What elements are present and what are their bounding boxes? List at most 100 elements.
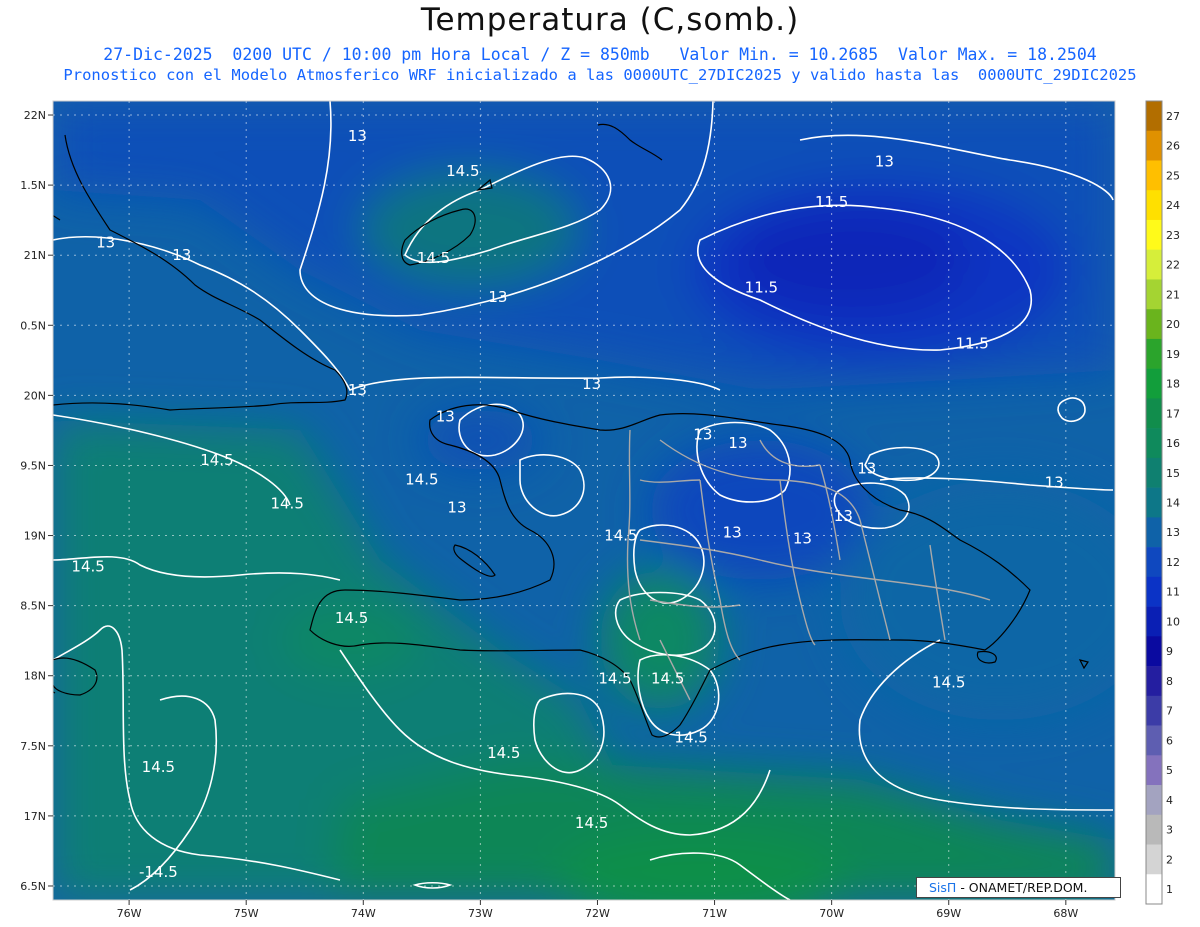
- colorbar-swatch: [1146, 874, 1162, 905]
- colorbar-swatch: [1146, 428, 1162, 459]
- sispi-logo-text: SisΠ: [929, 880, 957, 895]
- colorbar-label: 18: [1166, 378, 1180, 391]
- colorbar-swatch: [1146, 785, 1162, 816]
- colorbar-swatch: [1146, 576, 1162, 607]
- colorbar-label: 21: [1166, 288, 1180, 301]
- lon-label: 76W: [117, 907, 142, 920]
- colorbar-swatch: [1146, 457, 1162, 488]
- lon-label: 70W: [819, 907, 844, 920]
- lat-label: 9.5N: [20, 459, 46, 472]
- contour-label: 13: [728, 434, 747, 452]
- contour-label: 14.5: [335, 609, 368, 627]
- colorbar: 2726252423222120191817161514131211109876…: [1145, 100, 1180, 905]
- colorbar-label: 15: [1166, 467, 1180, 480]
- colorbar-label: 7: [1166, 705, 1173, 718]
- colorbar-swatch: [1146, 101, 1162, 132]
- contour-label: 14.5: [651, 670, 684, 688]
- lat-label: 18N: [24, 670, 46, 683]
- contour-label: 14.5: [405, 470, 438, 488]
- contour-label: 13: [488, 288, 507, 306]
- contour-label: 14.5: [142, 758, 175, 776]
- contour-label: 14.5: [487, 744, 520, 762]
- colorbar-swatch: [1146, 309, 1162, 340]
- lon-label: 69W: [936, 907, 961, 920]
- colorbar-label: 24: [1166, 199, 1180, 212]
- colorbar-swatch: [1146, 636, 1162, 667]
- contour-label: 14.5: [604, 527, 637, 545]
- colorbar-swatch: [1146, 666, 1162, 697]
- contour-label: 14.5: [71, 557, 104, 575]
- contour-label: 11.5: [815, 193, 848, 211]
- contour-label: 14.5: [446, 162, 479, 180]
- lon-label: 71W: [702, 907, 727, 920]
- colorbar-swatch: [1146, 517, 1162, 548]
- contour-label: 13: [436, 407, 455, 425]
- colorbar-swatch: [1146, 606, 1162, 637]
- contour-label: 13: [447, 499, 466, 517]
- colorbar-swatch: [1146, 279, 1162, 310]
- lon-label: 72W: [585, 907, 610, 920]
- colorbar-label: 8: [1166, 675, 1173, 688]
- contour-label: 13: [582, 375, 601, 393]
- colorbar-label: 16: [1166, 437, 1180, 450]
- contour-label: -14.5: [139, 863, 178, 881]
- lat-label: 22N: [24, 109, 46, 122]
- contour-label: 13: [834, 507, 853, 525]
- colorbar-swatch: [1146, 190, 1162, 221]
- colorbar-label: 5: [1166, 764, 1173, 777]
- colorbar-swatch: [1146, 398, 1162, 429]
- colorbar-label: 27: [1166, 110, 1180, 123]
- colorbar-label: 9: [1166, 645, 1173, 658]
- lat-label: 20N: [24, 389, 46, 402]
- lat-label: 8.5N: [20, 600, 46, 613]
- contour-label: 13: [693, 426, 712, 444]
- colorbar-label: 22: [1166, 259, 1180, 272]
- contour-label: 14.5: [598, 670, 631, 688]
- contour-label: 13: [1045, 473, 1064, 491]
- contour-label: 11.5: [745, 278, 778, 296]
- contour-label: 13: [172, 246, 191, 264]
- contour-label: 13: [793, 529, 812, 547]
- colorbar-label: 11: [1166, 586, 1180, 599]
- contour-label: 14.5: [575, 814, 608, 832]
- lat-label: 19N: [24, 530, 46, 543]
- lat-label: 1.5N: [20, 179, 46, 192]
- contour-label: 14.5: [270, 494, 303, 512]
- contour-label: 13: [348, 381, 367, 399]
- contour-label: 11.5: [955, 335, 988, 353]
- colorbar-label: 1: [1166, 883, 1173, 896]
- credit-box: SisΠ - ONAMET/REP.DOM.: [916, 877, 1121, 898]
- colorbar-label: 6: [1166, 734, 1173, 747]
- contour-label: 14.5: [417, 249, 450, 267]
- colorbar-swatch: [1146, 814, 1162, 845]
- colorbar-swatch: [1146, 249, 1162, 280]
- lat-label: 6.5N: [20, 880, 46, 893]
- colorbar-swatch: [1146, 725, 1162, 756]
- contour-label: 14.5: [200, 451, 233, 469]
- lon-label: 73W: [468, 907, 493, 920]
- contour-label: 13: [857, 459, 876, 477]
- colorbar-swatch: [1146, 755, 1162, 786]
- colorbar-swatch: [1146, 219, 1162, 251]
- lat-label: 21N: [24, 249, 46, 262]
- contour-label: 14.5: [932, 674, 965, 692]
- colorbar-label: 19: [1166, 348, 1180, 361]
- colorbar-label: 2: [1166, 853, 1173, 866]
- lat-label: 0.5N: [20, 319, 46, 332]
- lon-label: 68W: [1053, 907, 1078, 920]
- colorbar-label: 13: [1166, 526, 1180, 539]
- contour-label: 13: [348, 127, 367, 145]
- colorbar-label: 26: [1166, 140, 1180, 153]
- colorbar-swatch: [1146, 130, 1162, 161]
- colorbar-label: 17: [1166, 407, 1180, 420]
- colorbar-label: 25: [1166, 169, 1180, 182]
- colorbar-swatch: [1146, 695, 1162, 726]
- colorbar-label: 10: [1166, 615, 1180, 628]
- credit-source: - ONAMET/REP.DOM.: [960, 880, 1088, 895]
- colorbar-swatch: [1146, 547, 1162, 578]
- lon-label: 74W: [351, 907, 376, 920]
- contour-label: 14.5: [674, 728, 707, 746]
- contour-label: 13: [875, 152, 894, 170]
- colorbar-swatch: [1146, 368, 1162, 399]
- lat-label: 7.5N: [20, 740, 46, 753]
